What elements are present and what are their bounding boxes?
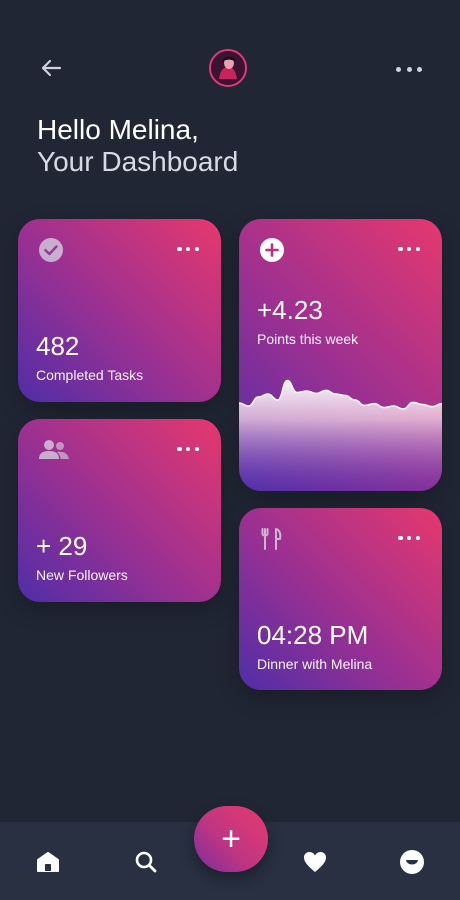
points-card[interactable]: +4.23 Points this week (239, 219, 442, 491)
tasks-card[interactable]: 482 Completed Tasks (18, 219, 221, 402)
nav-profile[interactable] (398, 848, 426, 876)
add-icon: + (221, 820, 241, 858)
points-area-chart (239, 379, 442, 491)
points-value: +4.23 (257, 295, 323, 325)
tasks-label: Completed Tasks (36, 367, 144, 383)
dinner-label: Dinner with Melina (257, 656, 373, 672)
back-button[interactable] (36, 54, 66, 82)
check-circle-icon (38, 237, 64, 263)
avatar[interactable] (209, 49, 247, 87)
tasks-card-menu-button[interactable] (177, 245, 199, 253)
plus-circle-icon (259, 237, 285, 263)
dinner-time: 04:28 PM (257, 620, 369, 650)
points-card-menu-button[interactable] (398, 245, 420, 253)
points-label: Points this week (257, 331, 359, 347)
greeting-subtitle: Your Dashboard (37, 146, 239, 177)
followers-card-menu-button[interactable] (177, 445, 199, 453)
heart-icon (304, 852, 326, 872)
home-icon (37, 852, 59, 872)
cutlery-icon (259, 526, 285, 552)
add-button[interactable]: + (194, 806, 268, 872)
more-horizontal-icon (396, 66, 401, 72)
followers-label: New Followers (36, 567, 128, 583)
nav-favorites[interactable] (301, 848, 329, 876)
nav-home[interactable] (34, 848, 62, 876)
more-menu-button[interactable] (396, 62, 422, 76)
greeting-title: Hello Melina, (37, 114, 199, 145)
arrow-left-icon (41, 59, 62, 77)
followers-value: + 29 (36, 531, 88, 561)
smile-icon (400, 850, 424, 874)
followers-card[interactable]: + 29 New Followers (18, 419, 221, 602)
nav-search[interactable] (132, 848, 160, 876)
dinner-card-menu-button[interactable] (398, 534, 420, 542)
top-bar (0, 46, 460, 90)
user-avatar (211, 51, 245, 85)
search-icon (135, 851, 157, 873)
dinner-card[interactable]: 04:28 PM Dinner with Melina (239, 508, 442, 690)
greeting: Hello Melina, Your Dashboard (37, 114, 417, 178)
points-area-fill (239, 380, 442, 491)
tasks-value: 482 (36, 331, 80, 361)
users-icon (38, 437, 70, 463)
